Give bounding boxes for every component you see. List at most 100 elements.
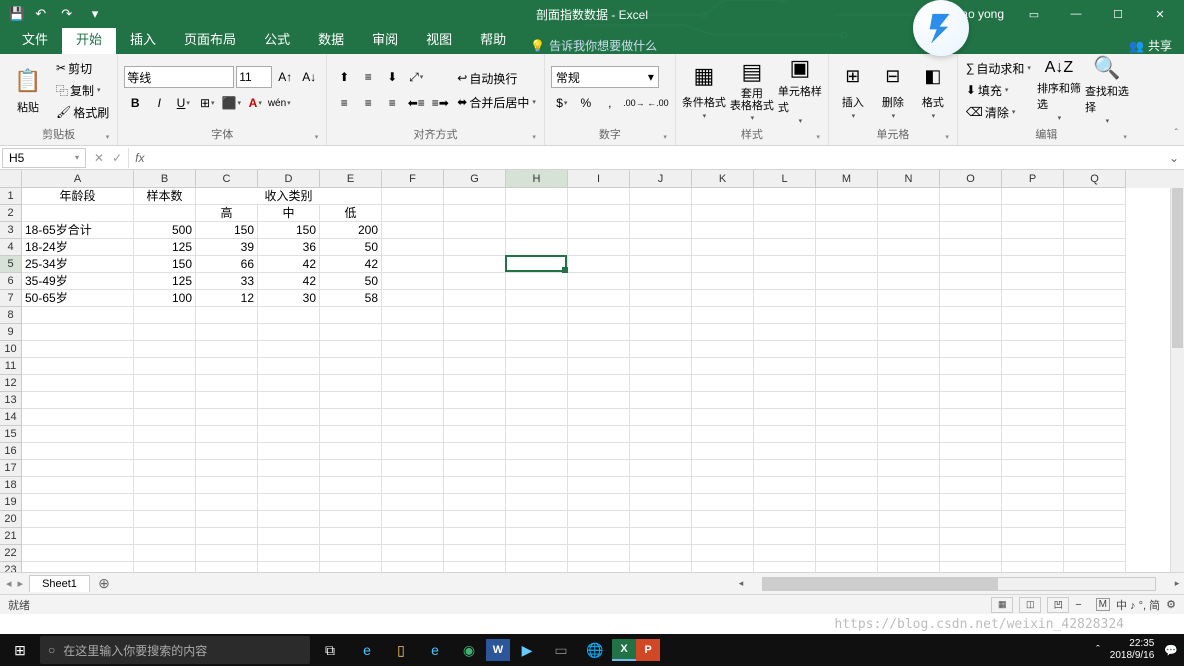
cell-M5[interactable]: [816, 256, 878, 273]
maximize-button[interactable]: ☐: [1098, 0, 1138, 28]
cell-C16[interactable]: [196, 443, 258, 460]
fill-button[interactable]: ⬇ 填充: [964, 80, 1033, 100]
cell-B14[interactable]: [134, 409, 196, 426]
cell-I16[interactable]: [568, 443, 630, 460]
cell-O9[interactable]: [940, 324, 1002, 341]
cell-M20[interactable]: [816, 511, 878, 528]
cell-F9[interactable]: [382, 324, 444, 341]
cell-D21[interactable]: [258, 528, 320, 545]
row-header-15[interactable]: 15: [0, 426, 22, 443]
cell-Q16[interactable]: [1064, 443, 1126, 460]
col-header-D[interactable]: D: [258, 170, 320, 188]
font-size-select[interactable]: [236, 66, 272, 88]
cell-M14[interactable]: [816, 409, 878, 426]
cell-P14[interactable]: [1002, 409, 1064, 426]
cell-P7[interactable]: [1002, 290, 1064, 307]
browser-360-app[interactable]: ◉: [452, 634, 486, 666]
format-painter-button[interactable]: 🖌 格式刷: [54, 102, 111, 122]
redo-button[interactable]: ↷: [58, 3, 80, 25]
cell-N14[interactable]: [878, 409, 940, 426]
cell-M2[interactable]: [816, 205, 878, 222]
align-center-button[interactable]: ≡: [357, 92, 379, 114]
row-header-11[interactable]: 11: [0, 358, 22, 375]
cell-B22[interactable]: [134, 545, 196, 562]
ribbon-display-button[interactable]: ▭: [1014, 0, 1054, 28]
cell-J14[interactable]: [630, 409, 692, 426]
cell-Q10[interactable]: [1064, 341, 1126, 358]
cell-E23[interactable]: [320, 562, 382, 572]
decrease-font-button[interactable]: A↓: [298, 66, 320, 88]
cell-I14[interactable]: [568, 409, 630, 426]
cell-P22[interactable]: [1002, 545, 1064, 562]
cell-J1[interactable]: [630, 188, 692, 205]
cell-G13[interactable]: [444, 392, 506, 409]
cell-E6[interactable]: 50: [320, 273, 382, 290]
cell-Q17[interactable]: [1064, 460, 1126, 477]
cell-N21[interactable]: [878, 528, 940, 545]
cell-J5[interactable]: [630, 256, 692, 273]
cell-G7[interactable]: [444, 290, 506, 307]
cell-C22[interactable]: [196, 545, 258, 562]
row-header-19[interactable]: 19: [0, 494, 22, 511]
cell-J22[interactable]: [630, 545, 692, 562]
cell-B23[interactable]: [134, 562, 196, 572]
cell-D15[interactable]: [258, 426, 320, 443]
row-header-5[interactable]: 5: [0, 256, 22, 273]
cell-O18[interactable]: [940, 477, 1002, 494]
cell-I13[interactable]: [568, 392, 630, 409]
row-header-9[interactable]: 9: [0, 324, 22, 341]
merge-center-button[interactable]: ⬌ 合并后居中: [455, 92, 538, 112]
cell-H23[interactable]: [506, 562, 568, 572]
phonetic-button[interactable]: wén: [268, 92, 290, 114]
cell-G18[interactable]: [444, 477, 506, 494]
cell-M15[interactable]: [816, 426, 878, 443]
cell-H2[interactable]: [506, 205, 568, 222]
col-header-L[interactable]: L: [754, 170, 816, 188]
name-box[interactable]: H5▾: [2, 148, 86, 168]
cell-J10[interactable]: [630, 341, 692, 358]
cell-J21[interactable]: [630, 528, 692, 545]
row-header-2[interactable]: 2: [0, 205, 22, 222]
cell-M7[interactable]: [816, 290, 878, 307]
cell-L14[interactable]: [754, 409, 816, 426]
cell-N1[interactable]: [878, 188, 940, 205]
row-header-13[interactable]: 13: [0, 392, 22, 409]
tell-me-search[interactable]: 💡 告诉我你想要做什么: [520, 37, 667, 54]
col-header-I[interactable]: I: [568, 170, 630, 188]
cell-D3[interactable]: 150: [258, 222, 320, 239]
cell-P15[interactable]: [1002, 426, 1064, 443]
task-view-button[interactable]: ⧉: [310, 634, 350, 666]
cell-A12[interactable]: [22, 375, 134, 392]
cell-J3[interactable]: [630, 222, 692, 239]
cell-G1[interactable]: [444, 188, 506, 205]
cell-M19[interactable]: [816, 494, 878, 511]
cell-D22[interactable]: [258, 545, 320, 562]
cell-E4[interactable]: 50: [320, 239, 382, 256]
powerpoint-app[interactable]: P: [636, 639, 660, 661]
cell-L19[interactable]: [754, 494, 816, 511]
cell-A14[interactable]: [22, 409, 134, 426]
cell-G8[interactable]: [444, 307, 506, 324]
cell-Q11[interactable]: [1064, 358, 1126, 375]
col-header-A[interactable]: A: [22, 170, 134, 188]
cell-F10[interactable]: [382, 341, 444, 358]
cell-L9[interactable]: [754, 324, 816, 341]
decrease-indent-button[interactable]: ⬅≡: [405, 92, 427, 114]
cell-O19[interactable]: [940, 494, 1002, 511]
cell-A10[interactable]: [22, 341, 134, 358]
normal-view-button[interactable]: ▦: [991, 597, 1013, 613]
cell-E16[interactable]: [320, 443, 382, 460]
cell-A1[interactable]: 年龄段: [22, 188, 134, 205]
col-header-H[interactable]: H: [506, 170, 568, 188]
page-layout-view-button[interactable]: ◫: [1019, 597, 1041, 613]
cell-L22[interactable]: [754, 545, 816, 562]
row-header-4[interactable]: 4: [0, 239, 22, 256]
cell-K13[interactable]: [692, 392, 754, 409]
add-sheet-button[interactable]: ⊕: [94, 574, 114, 594]
cell-C12[interactable]: [196, 375, 258, 392]
cell-F21[interactable]: [382, 528, 444, 545]
cell-J4[interactable]: [630, 239, 692, 256]
cell-L3[interactable]: [754, 222, 816, 239]
cell-G2[interactable]: [444, 205, 506, 222]
cell-J18[interactable]: [630, 477, 692, 494]
